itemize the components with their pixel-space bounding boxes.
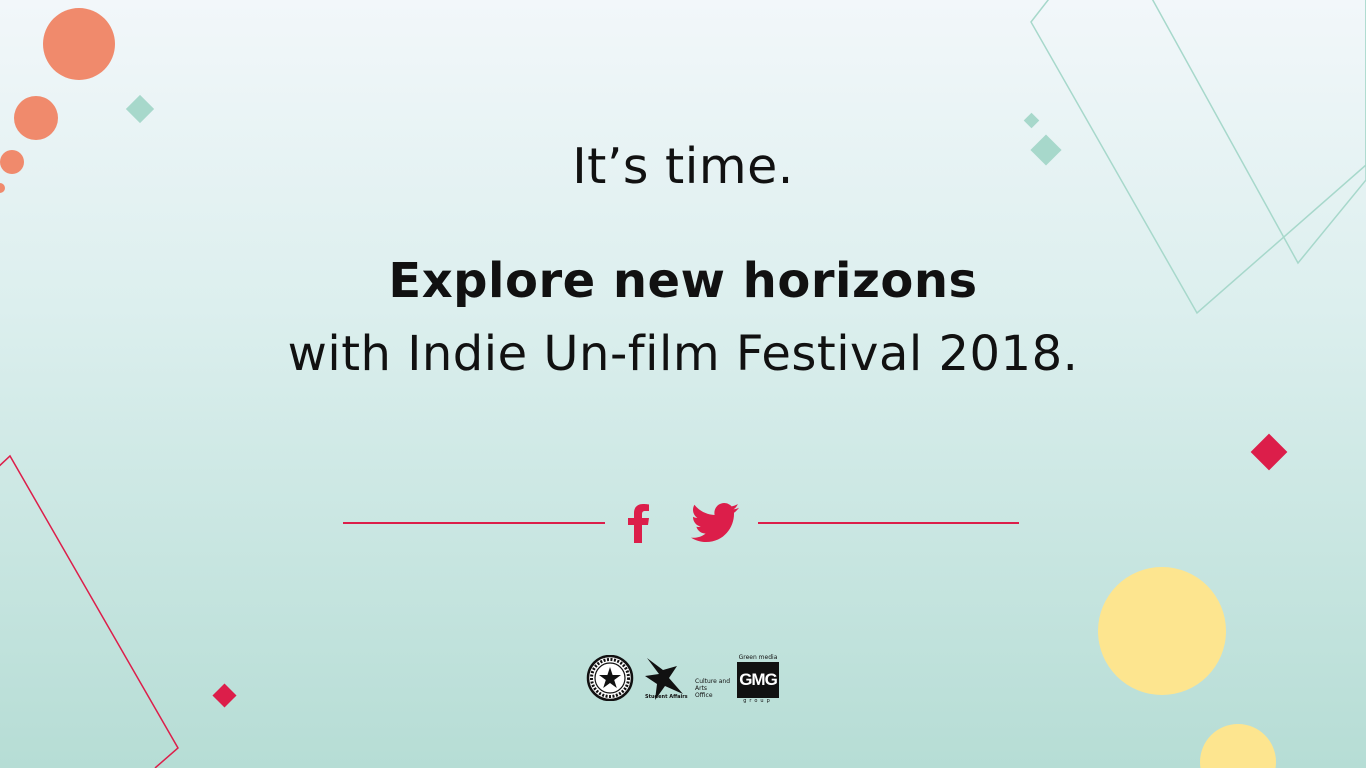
mint-diamond-right-small: [1023, 112, 1040, 129]
promo-banner: It’s time. Explore new horizons with Ind…: [0, 0, 1366, 768]
culture-office-line: Office: [695, 692, 713, 699]
coral-circle-medium: [14, 96, 58, 140]
gmg-logo: Green media GMG group: [736, 654, 780, 704]
culture-office-label: Culture and Arts Office: [695, 678, 735, 699]
crimson-diamond-left: [212, 683, 237, 708]
gmg-bottom-label: group: [743, 698, 773, 704]
university-seal-icon: [586, 655, 634, 701]
twitter-icon: [691, 503, 739, 542]
crimson-outline-frame: [0, 454, 179, 768]
gmg-mark: GMG: [737, 662, 779, 698]
gmg-top-label: Green media: [738, 654, 778, 661]
mint-diamond-left: [125, 94, 155, 124]
twitter-link[interactable]: [690, 500, 740, 546]
crimson-diamond-right: [1250, 433, 1288, 471]
facebook-icon: [628, 504, 649, 543]
student-affairs-label: Student Affairs: [645, 694, 688, 700]
headline-bold: Explore new horizons: [388, 253, 978, 309]
coral-circle-large: [43, 8, 115, 80]
yellow-circle-large: [1098, 567, 1226, 695]
culture-office-line: Arts: [695, 685, 708, 692]
divider-left: [343, 522, 605, 524]
partner-logos: Student Affairs Culture and Arts Office …: [583, 652, 783, 706]
yellow-circle-bottom: [1200, 724, 1276, 768]
culture-office-line: Culture and: [695, 678, 731, 685]
tagline: It’s time.: [572, 138, 794, 195]
headline-subtitle: with Indie Un-film Festival 2018.: [287, 326, 1079, 382]
social-links: [343, 500, 1019, 546]
mint-outline-frame-2: [1151, 0, 1366, 265]
facebook-link[interactable]: [613, 500, 663, 546]
divider-right: [758, 522, 1019, 524]
